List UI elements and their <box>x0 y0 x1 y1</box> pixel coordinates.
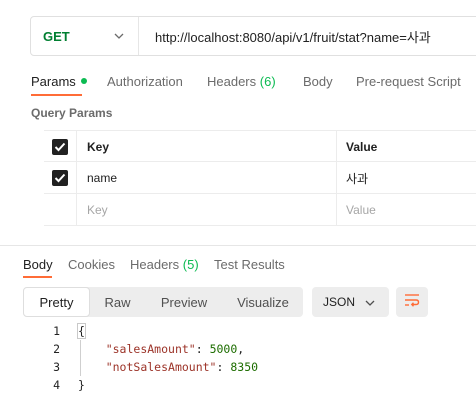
json-number: 5000 <box>209 342 238 356</box>
select-all-cell <box>44 131 76 163</box>
tab-authorization[interactable]: Authorization <box>107 74 207 89</box>
response-tab-indicator <box>23 276 52 278</box>
json-comma: , <box>237 342 245 356</box>
tab-test-results[interactable]: Test Results <box>214 257 285 272</box>
chevron-down-icon <box>365 295 375 309</box>
view-pretty-button[interactable]: Pretty <box>23 287 90 317</box>
column-header-value: Value <box>336 131 476 163</box>
code-text: "salesAmount": 5000, <box>78 340 245 358</box>
tab-cookies[interactable]: Cookies <box>68 257 130 272</box>
tab-authorization-label: Authorization <box>107 73 183 89</box>
tab-params[interactable]: Params <box>31 74 107 89</box>
url-bar: GET http://localhost:8080/api/v1/fruit/s… <box>30 16 476 56</box>
tab-pre-request-script[interactable]: Pre-request Script <box>356 74 461 89</box>
tab-pre-request-label: Pre-request Script <box>356 73 461 89</box>
wrap-lines-button[interactable] <box>396 287 428 317</box>
tab-body[interactable]: Body <box>303 74 356 89</box>
param-key-field[interactable]: name <box>76 162 336 194</box>
format-select[interactable]: JSON <box>312 287 389 317</box>
json-colon: : <box>195 342 210 356</box>
empty-check-cell <box>44 194 76 226</box>
view-raw-button[interactable]: Raw <box>90 287 145 317</box>
response-tabs: Body Cookies Headers (5) Test Results <box>23 255 285 273</box>
tab-params-label: Params <box>31 73 76 89</box>
code-line: 3 "notSalesAmount": 8350 <box>0 358 476 376</box>
close-brace: } <box>78 378 85 392</box>
new-key-field[interactable]: Key <box>76 194 336 226</box>
tab-response-body[interactable]: Body <box>23 257 68 272</box>
line-number: 3 <box>53 360 60 374</box>
json-key: "notSalesAmount" <box>105 360 217 374</box>
view-visualize-button[interactable]: Visualize <box>223 287 303 317</box>
format-label: JSON <box>323 295 356 309</box>
params-active-dot <box>80 78 87 85</box>
tab-response-headers[interactable]: Headers (5) <box>130 257 214 272</box>
pane-divider[interactable] <box>0 245 476 246</box>
tab-body-label: Body <box>303 73 333 89</box>
line-number: 4 <box>53 378 60 392</box>
json-colon: : <box>216 360 231 374</box>
active-tab-indicator <box>31 94 82 96</box>
new-value-field[interactable]: Value <box>336 194 476 226</box>
code-text: { <box>77 322 86 340</box>
json-key: "salesAmount" <box>105 342 196 356</box>
url-input[interactable]: http://localhost:8080/api/v1/fruit/stat?… <box>139 27 431 46</box>
code-text: } <box>78 376 85 394</box>
code-text: "notSalesAmount": 8350 <box>78 358 258 376</box>
open-brace: { <box>77 323 86 339</box>
tab-headers[interactable]: Headers (6) <box>207 74 303 89</box>
tab-headers-label: Headers <box>207 73 257 89</box>
wrap-lines-icon <box>404 293 420 312</box>
json-number: 8350 <box>230 360 259 374</box>
view-mode-group: Pretty Raw Preview Visualize <box>23 287 303 317</box>
code-line: 2 "salesAmount": 5000, <box>0 340 476 358</box>
table-header-row: Key Value <box>44 130 476 163</box>
table-row: name 사과 <box>44 162 476 194</box>
code-line: 4 } <box>0 376 476 394</box>
table-row-empty: Key Value <box>44 194 476 226</box>
checkbox-checked-icon[interactable] <box>52 170 68 186</box>
query-params-title: Query Params <box>31 106 113 120</box>
view-preview-button[interactable]: Preview <box>145 287 223 317</box>
tab-headers-count: (6) <box>259 73 276 89</box>
request-tabs: Params Authorization Headers (6) Body Pr… <box>31 71 461 91</box>
method-label: GET <box>43 28 70 44</box>
query-params-table: Key Value name 사과 Key Value <box>44 130 476 226</box>
line-number: 2 <box>53 342 60 356</box>
method-select[interactable]: GET <box>31 17 139 55</box>
param-value-field[interactable]: 사과 <box>336 162 476 194</box>
tab-response-headers-label: Headers <box>130 256 180 272</box>
response-body-code: 1 { 2 "salesAmount": 5000, 3 "notSalesAm… <box>0 322 476 394</box>
code-line: 1 { <box>0 322 476 340</box>
column-header-key: Key <box>76 131 336 163</box>
tab-response-headers-count: (5) <box>182 256 199 272</box>
row-check-cell <box>44 162 76 194</box>
line-number: 1 <box>53 324 60 338</box>
chevron-down-icon <box>114 31 124 42</box>
checkbox-checked-icon[interactable] <box>52 139 68 155</box>
